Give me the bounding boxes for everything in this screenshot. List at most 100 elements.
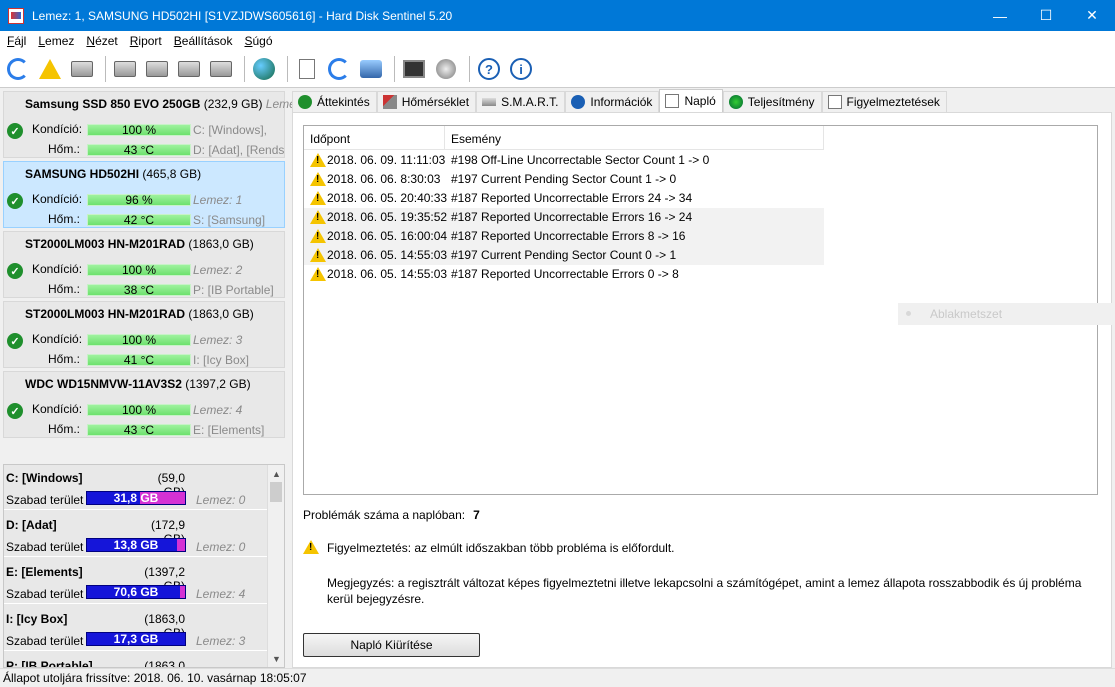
tab-label: Teljesítmény [747, 95, 815, 109]
sync-icon[interactable] [325, 55, 353, 83]
log-row[interactable]: 2018. 06. 05. 14:55:03#187 Reported Unco… [304, 265, 824, 284]
minimize-button[interactable]: — [977, 0, 1023, 31]
log-row[interactable]: 2018. 06. 09. 11:11:03 #198 Off-Line Unco… [304, 151, 824, 170]
disk-size: (1863,0 GB) [188, 307, 254, 321]
tab-log[interactable]: Napló [659, 89, 723, 112]
log-time: 2018. 06. 05. 16:00:04 [327, 229, 448, 243]
disk-tool-icon[interactable] [207, 55, 235, 83]
tab-smart[interactable]: S.M.A.R.T. [476, 91, 566, 112]
disk-ok-icon[interactable] [175, 55, 203, 83]
kondicio-bar: 96 % [87, 194, 191, 206]
hom-bar: 43 °C [87, 144, 191, 156]
tab-label: Hőmérséklet [401, 95, 470, 109]
maximize-button[interactable]: ☐ [1023, 0, 1069, 31]
scroll-up-icon[interactable]: ▲ [268, 465, 284, 482]
menu-settings[interactable]: Beállítások [169, 34, 240, 48]
disk-item[interactable]: ST2000LM003 HN-M201RAD (1863,0 GB) ✓ Kon… [3, 231, 285, 298]
disk-name: WDC WD15NMVW-11AV3S2 [25, 377, 182, 391]
left-panel: Samsung SSD 850 EVO 250GB (232,9 GB) Lem… [0, 89, 302, 668]
toolbar-separator [244, 56, 245, 82]
alert-icon[interactable] [36, 55, 64, 83]
status-ok-icon: ✓ [7, 403, 23, 419]
problems-count: 7 [473, 508, 480, 522]
disk-lemez: Lemez: 4 [193, 403, 243, 417]
volume-item[interactable]: I: [Icy Box] (1863,0 GB) Szabad terület … [4, 606, 268, 651]
performance-icon [728, 95, 743, 109]
speaker-icon[interactable] [432, 55, 460, 83]
kondicio-bar: 100 % [87, 124, 191, 136]
log-time: 2018. 06. 06. 8:30:03 [327, 172, 441, 186]
menu-help[interactable]: Súgó [239, 34, 279, 48]
tab-temperature[interactable]: Hőmérséklet [376, 91, 477, 112]
disk-partitions: I: [Icy Box] [193, 353, 250, 367]
scroll-thumb[interactable] [270, 482, 282, 502]
volume-lemez: Lemez: 0 [196, 540, 246, 554]
status-text: Állapot utoljára frissítve: 2018. 06. 10… [3, 671, 307, 685]
help-icon[interactable]: ? [475, 55, 503, 83]
thermometer-icon [382, 95, 397, 109]
menu-disk[interactable]: Lemez [33, 34, 81, 48]
tab-warnings[interactable]: Figyelmeztetések [821, 91, 947, 112]
warning-text: Figyelmeztetés: az elmúlt időszakban töb… [327, 541, 675, 555]
disk-icon[interactable] [68, 55, 96, 83]
disk-item[interactable]: Samsung SSD 850 EVO 250GB (232,9 GB) Lem… [3, 91, 302, 158]
disk-test2-icon[interactable] [143, 55, 171, 83]
log-time: 2018. 06. 05. 20:40:33 [327, 191, 448, 205]
disk-test-icon[interactable] [111, 55, 139, 83]
disk-size: (232,9 GB) [203, 97, 263, 111]
volume-scrollbar[interactable]: ▲ ▼ [267, 465, 284, 667]
log-row[interactable]: 2018. 06. 06. 8:30:03 #197 Current Pendin… [304, 170, 824, 189]
volume-size: (1863,0 GB) [144, 659, 185, 668]
free-space-value: 31,8 GB [113, 491, 159, 505]
tab-label: Figyelmeztetések [846, 95, 940, 109]
close-button[interactable]: ✕ [1069, 0, 1115, 31]
log-row[interactable]: 2018. 06. 05. 19:35:52#187 Reported Unco… [304, 208, 824, 227]
status-ok-icon: ✓ [7, 333, 23, 349]
document-icon[interactable] [293, 55, 321, 83]
monitor-icon[interactable] [400, 55, 428, 83]
info-icon [571, 95, 586, 109]
log-event: #198 Off-Line Uncorrectable Sector Count… [451, 153, 710, 167]
hom-bar: 38 °C [87, 284, 191, 296]
log-tab-content: Időpont Esemény 2018. 06. 09. 11:11:03 #1… [292, 112, 1112, 668]
tab-overview[interactable]: Áttekintés [292, 91, 377, 112]
menu-file[interactable]: Fájl [2, 34, 33, 48]
volume-item[interactable]: E: [Elements] (1397,2 GB) Szabad terület… [4, 559, 268, 604]
scroll-down-icon[interactable]: ▼ [268, 650, 284, 667]
info-icon[interactable]: i [507, 55, 535, 83]
free-space-bar: 13,8 GB [86, 538, 186, 552]
disk-item[interactable]: WDC WD15NMVW-11AV3S2 (1397,2 GB) ✓ Kondí… [3, 371, 285, 438]
kondicio-label: Kondíció: [32, 192, 83, 206]
disk-size: (1397,2 GB) [185, 377, 251, 391]
warnings-icon [827, 95, 842, 109]
problems-count-line: Problémák száma a naplóban: 7 [303, 508, 480, 522]
menu-report[interactable]: Riport [125, 34, 169, 48]
volume-item[interactable]: D: [Adat] (172,9 GB) Szabad terület 13,8… [4, 512, 268, 557]
volume-item[interactable]: C: [Windows] (59,0 GB) Szabad terület 31… [4, 465, 268, 510]
log-row[interactable]: 2018. 06. 05. 16:00:04#187 Reported Unco… [304, 227, 824, 246]
volume-item[interactable]: P: [IB Portable] (1863,0 GB) [4, 653, 268, 668]
status-ok-icon: ✓ [7, 263, 23, 279]
network-icon[interactable] [357, 55, 385, 83]
check-icon [298, 95, 312, 109]
tab-info[interactable]: Információk [565, 91, 660, 112]
refresh-icon[interactable] [4, 55, 32, 83]
column-event[interactable]: Esemény [451, 132, 501, 146]
log-row[interactable]: 2018. 06. 05. 20:40:33#187 Reported Unco… [304, 189, 824, 208]
warning-icon [310, 229, 326, 243]
log-time: 2018. 06. 05. 19:35:52 [327, 210, 448, 224]
status-ok-icon: ✓ [7, 193, 23, 209]
tab-performance[interactable]: Teljesítmény [722, 91, 822, 112]
disk-item[interactable]: SAMSUNG HD502HI (465,8 GB) ✓ Kondíció: 9… [3, 161, 285, 228]
disk-item[interactable]: ST2000LM003 HN-M201RAD (1863,0 GB) ✓ Kon… [3, 301, 285, 368]
column-time[interactable]: Időpont [310, 132, 350, 146]
log-row[interactable]: 2018. 06. 05. 14:55:03#197 Current Pendi… [304, 246, 824, 265]
tab-label: Információk [590, 95, 653, 109]
note-text: Megjegyzés: a regisztrált változat képes… [327, 576, 1082, 606]
kondicio-bar: 100 % [87, 264, 191, 276]
globe-icon[interactable] [250, 55, 278, 83]
disk-lemez: Lemez: 1 [193, 193, 243, 207]
menu-view[interactable]: Nézet [81, 34, 124, 48]
menu-bar: Fájl Lemez Nézet Riport Beállítások Súgó [0, 31, 1115, 51]
clear-log-button[interactable]: Napló Kiürítése [303, 633, 480, 657]
